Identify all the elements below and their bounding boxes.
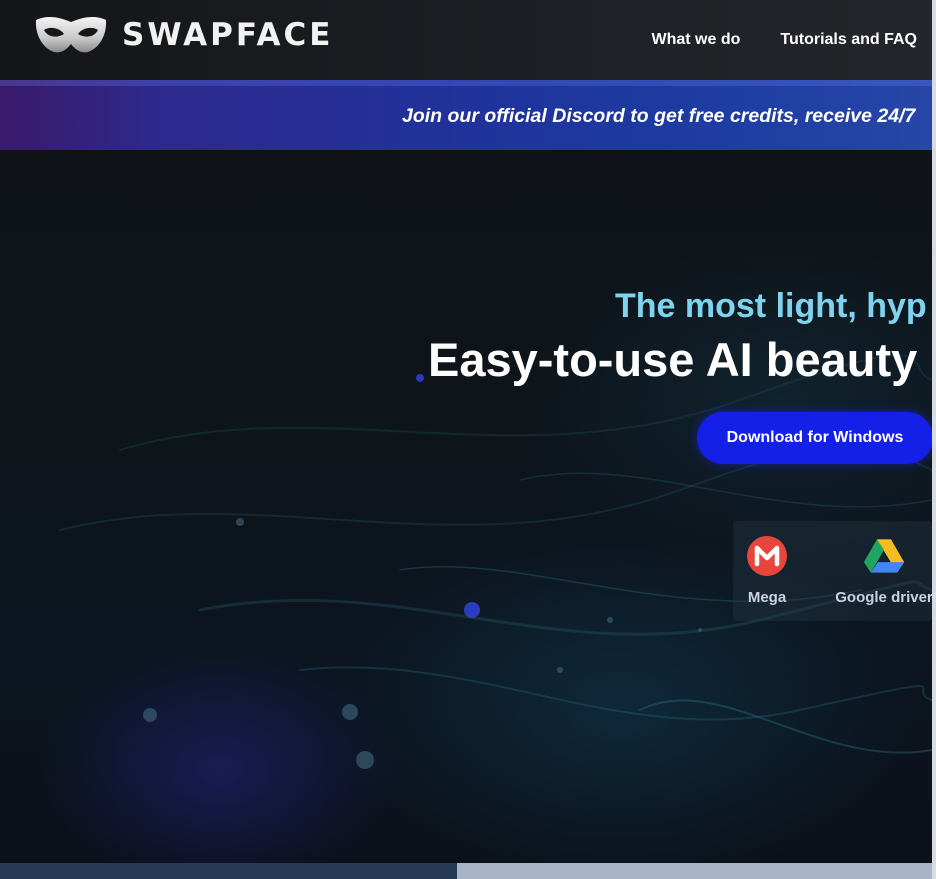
download-mirrors: Mega Google driver [733, 521, 932, 621]
hero-section: The most light, hyp Easy-to-use AI beaut… [0, 150, 932, 863]
google-drive-icon [863, 539, 905, 573]
scrollbar-thumb[interactable] [932, 0, 936, 879]
discord-banner[interactable]: Join our official Discord to get free cr… [0, 80, 932, 150]
next-section-right [457, 863, 932, 879]
next-section-edge [0, 863, 932, 879]
hero-subtitle: The most light, hyp [615, 287, 927, 325]
mega-icon [747, 536, 787, 576]
mirror-google-drive-link[interactable]: Google driver [829, 521, 932, 607]
download-windows-button[interactable]: Download for Windows [697, 412, 932, 464]
nav-link-what-we-do[interactable]: What we do [652, 30, 741, 50]
download-windows-label: Download for Windows [726, 429, 904, 446]
page: SWAPFACE What we do Tutorials and FAQ Jo… [0, 0, 936, 879]
brand-name[interactable]: SWAPFACE [122, 16, 333, 54]
discord-banner-text: Join our official Discord to get free cr… [402, 105, 916, 127]
mirror-mega-label: Mega [747, 589, 787, 606]
page-scrollbar[interactable] [932, 0, 936, 879]
main-nav: What we do Tutorials and FAQ [652, 30, 918, 50]
mirror-mega-link[interactable]: Mega [733, 521, 801, 607]
nav-link-tutorials-faq[interactable]: Tutorials and FAQ [780, 30, 917, 50]
site-header: SWAPFACE What we do Tutorials and FAQ [0, 0, 932, 80]
hero-headline: Easy-to-use AI beauty [428, 333, 918, 386]
mask-icon[interactable] [34, 14, 108, 56]
hero-background-art [59, 354, 932, 769]
next-section-left [0, 863, 457, 879]
mirror-google-drive-label: Google driver [835, 589, 932, 606]
